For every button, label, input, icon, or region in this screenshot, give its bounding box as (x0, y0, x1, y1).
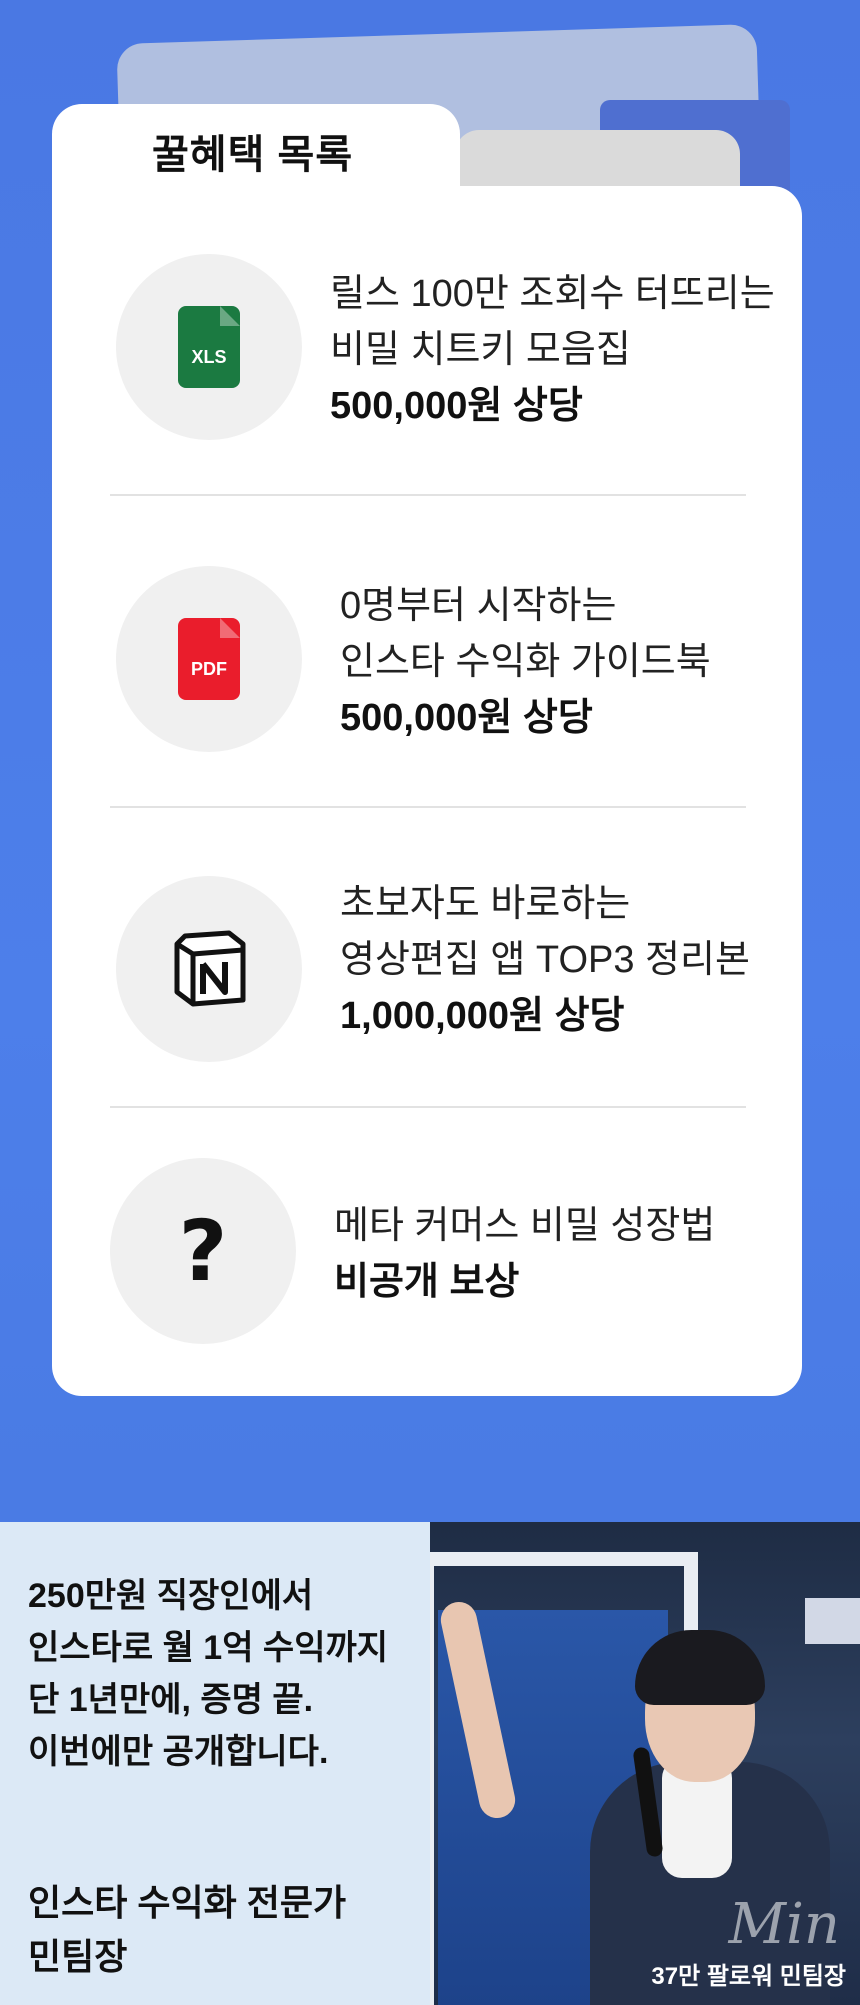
intro-line: 인스타로 월 1억 수익까지 (28, 1629, 389, 1667)
icon-circle: ? (110, 1158, 296, 1344)
pdf-file-icon: PDF (178, 618, 240, 700)
pdf-icon-label: PDF (191, 659, 227, 679)
profile-role: 인스타 수익화 전문가 민팀장 (28, 1876, 346, 1984)
benefit-title-line1: 초보자도 바로하는 (340, 883, 631, 925)
profile-section: 250만원 직장인에서 인스타로 월 1억 수익까지 단 1년만에, 증명 끝.… (0, 1522, 860, 2005)
photo-caption: 37만 팔로워 민팀장 (651, 1963, 846, 1990)
question-mark-icon: ? (178, 1202, 228, 1300)
benefit-title-line1: 메타 커머스 비밀 성장법 (334, 1205, 716, 1247)
profile-text-panel: 250만원 직장인에서 인스타로 월 1억 수익까지 단 1년만에, 증명 끝.… (0, 1522, 430, 2005)
divider (110, 806, 746, 808)
icon-circle (116, 876, 302, 1062)
icon-circle: XLS (116, 254, 302, 440)
divider (110, 494, 746, 496)
intro-line: 단 1년만에, 증명 끝. (28, 1681, 314, 1719)
icon-circle: PDF (116, 566, 302, 752)
role-line: 인스타 수익화 전문가 (28, 1882, 347, 1923)
intro-line: 250만원 직장인에서 (28, 1577, 314, 1615)
background-plaque (805, 1598, 860, 1644)
divider (110, 1106, 746, 1108)
benefit-title-line1: 릴스 100만 조회수 터뜨리는 (330, 273, 775, 315)
benefit-title-line2: 비밀 치트키 모음집 (330, 329, 631, 371)
benefits-card: XLS 릴스 100만 조회수 터뜨리는 비밀 치트키 모음집 500,000원… (52, 186, 802, 1396)
benefit-value: 1,000,000원 상당 (340, 995, 625, 1037)
profile-intro: 250만원 직장인에서 인스타로 월 1억 수익까지 단 1년만에, 증명 끝.… (28, 1570, 388, 1778)
benefit-title-line2: 영상편집 앱 TOP3 정리본 (340, 939, 750, 981)
intro-line: 이번에만 공개합니다. (28, 1733, 329, 1771)
profile-photo: Min 37만 팔로워 민팀장 (430, 1522, 860, 2005)
xls-file-icon: XLS (178, 306, 240, 388)
benefit-title-line2: 인스타 수익화 가이드북 (340, 641, 711, 683)
benefit-value: 비공개 보상 (334, 1261, 520, 1303)
benefit-value: 500,000원 상당 (340, 697, 593, 739)
xls-icon-label: XLS (191, 347, 227, 367)
role-line: 민팀장 (28, 1936, 128, 1977)
tab-title: 꿀혜택 목록 (152, 133, 354, 177)
benefit-value: 500,000원 상당 (330, 385, 583, 427)
notion-icon (174, 930, 246, 1007)
benefit-title-line1: 0명부터 시작하는 (340, 585, 617, 627)
signature: Min (728, 1892, 840, 1957)
